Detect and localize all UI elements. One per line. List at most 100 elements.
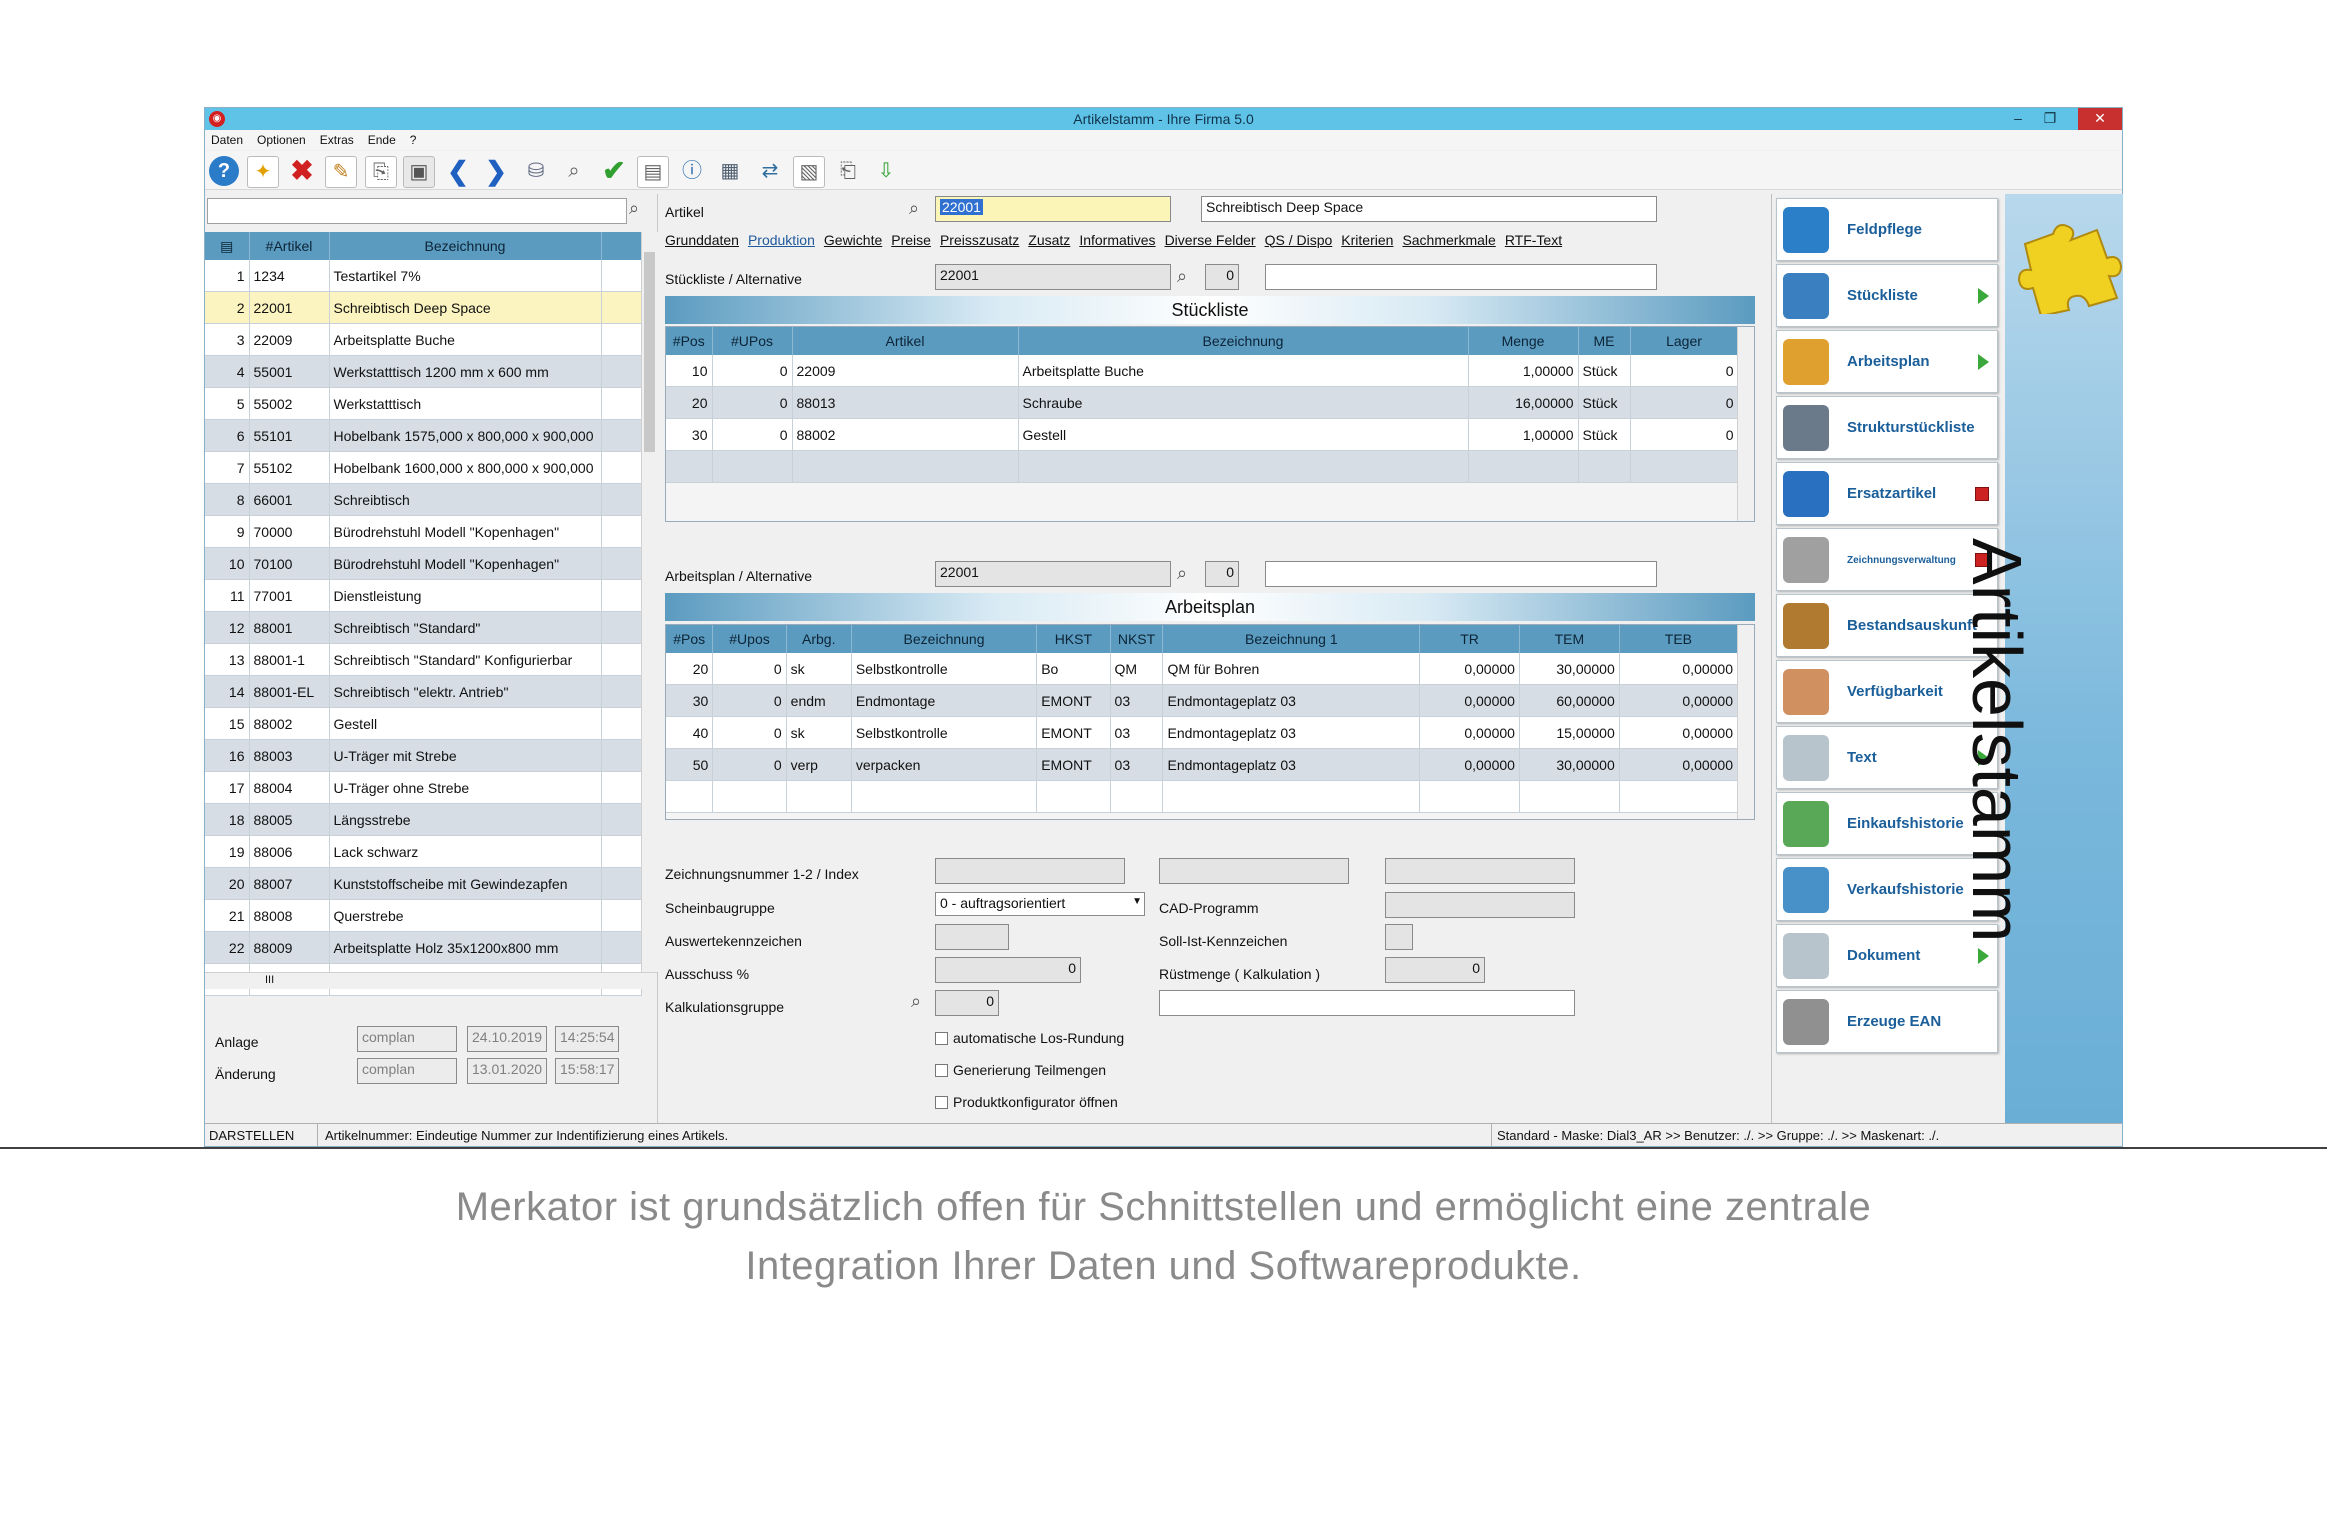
new-icon[interactable]: ✦: [247, 156, 279, 188]
arbeitsplan-search-icon[interactable]: ⌕: [1177, 563, 1187, 584]
scrollbar-thumb[interactable]: [644, 252, 655, 452]
column-header[interactable]: TEM: [1519, 625, 1620, 653]
table-row[interactable]: [666, 450, 1739, 483]
arbeitsplan-alt-input[interactable]: 0: [1205, 561, 1239, 587]
next-icon[interactable]: ❯: [481, 156, 511, 186]
table-row[interactable]: 21 88008 Querstrebe: [205, 899, 642, 932]
clipboard-icon[interactable]: ▧: [793, 156, 825, 188]
column-header[interactable]: Arbg.: [786, 625, 852, 653]
tab-3[interactable]: Preise: [891, 232, 931, 248]
column-header[interactable]: #Pos: [666, 625, 714, 653]
stueckliste-search-icon[interactable]: ⌕: [1177, 266, 1187, 287]
table-row[interactable]: 18 88005 Längsstrebe: [205, 803, 642, 836]
column-header[interactable]: Bezeichnung: [851, 625, 1038, 653]
menu-optionen[interactable]: Optionen: [251, 130, 314, 147]
submenu-arrow-icon[interactable]: [1978, 354, 1989, 370]
table-row[interactable]: 15 88002 Gestell: [205, 707, 642, 740]
chevron-down-icon[interactable]: ▼: [1132, 896, 1142, 907]
minimize-icon[interactable]: –: [2002, 108, 2034, 130]
scrollbar-thumb-grip[interactable]: III: [265, 974, 274, 986]
table-row[interactable]: 9 70000 Bürodrehstuhl Modell "Kopenhagen": [205, 515, 642, 548]
arbeitsplan-description-input[interactable]: [1265, 561, 1657, 587]
list-scrollbar-vertical[interactable]: [641, 232, 658, 972]
article-description-input[interactable]: Schreibtisch Deep Space: [1201, 196, 1657, 222]
tab-0[interactable]: Grunddaten: [665, 232, 739, 248]
title-bar[interactable]: ◉ Artikelstamm - Ihre Firma 5.0 – ❐ ✕: [205, 108, 2122, 130]
save-icon[interactable]: ▣: [403, 156, 435, 188]
table-row[interactable]: 7 55102 Hobelbank 1600,000 x 800,000 x 900…: [205, 451, 642, 484]
column-header[interactable]: Artikel: [792, 327, 1019, 355]
tab-1[interactable]: Produktion: [748, 232, 815, 248]
document-icon[interactable]: ▤: [637, 156, 669, 188]
arbeitsplan-scrollbar[interactable]: [1737, 625, 1754, 819]
list-header-icon[interactable]: ▤: [205, 232, 250, 260]
column-header[interactable]: TEB: [1619, 625, 1739, 653]
column-header[interactable]: ME: [1578, 327, 1631, 355]
edit-icon[interactable]: ✎: [325, 156, 357, 188]
ausschuss-input[interactable]: 0: [935, 957, 1081, 983]
column-header-bezeichnung[interactable]: Bezeichnung: [329, 232, 602, 260]
exit-icon[interactable]: ⇩: [871, 156, 901, 186]
column-header[interactable]: TR: [1419, 625, 1520, 653]
tab-2[interactable]: Gewichte: [824, 232, 882, 248]
sidebar-button-12[interactable]: Erzeuge EAN: [1776, 990, 1998, 1053]
table-row[interactable]: 2 22001 Schreibtisch Deep Space: [205, 291, 642, 324]
list-search-input[interactable]: [207, 198, 627, 224]
kalk-input[interactable]: 0: [935, 990, 999, 1016]
table-row[interactable]: 17 88004 U-Träger ohne Strebe: [205, 771, 642, 804]
zeichnung-2-input[interactable]: [1159, 858, 1349, 884]
cb-produktkonfigurator[interactable]: [935, 1096, 948, 1109]
table-row[interactable]: 1 1234 Testartikel 7%: [205, 260, 642, 292]
paste-icon[interactable]: ⎗: [833, 156, 863, 186]
kalk-description-input[interactable]: [1159, 990, 1575, 1016]
delete-icon[interactable]: ✖: [287, 156, 317, 186]
tab-7[interactable]: Diverse Felder: [1165, 232, 1256, 248]
column-header[interactable]: Bezeichnung 1: [1162, 625, 1421, 653]
info-icon[interactable]: ⓘ: [677, 156, 707, 186]
sidebar-button-2[interactable]: Arbeitsplan: [1776, 330, 1998, 393]
table-row[interactable]: 19 88006 Lack schwarz: [205, 835, 642, 868]
table-row[interactable]: 11 77001 Dienstleistung: [205, 579, 642, 612]
help-icon[interactable]: ?: [209, 156, 239, 186]
article-number-input[interactable]: 22001: [935, 196, 1171, 222]
sidebar-button-3[interactable]: Strukturstückliste: [1776, 396, 1998, 459]
close-icon[interactable]: ✕: [2078, 108, 2122, 130]
ruest-input[interactable]: 0: [1385, 957, 1485, 983]
table-row[interactable]: 13 88001-1 Schreibtisch "Standard" Konfigu…: [205, 643, 642, 676]
table-row[interactable]: 50 0 verp verpacken EMONT 03 Endmontageplatz 0…: [666, 748, 1739, 781]
column-header[interactable]: #Upos: [712, 625, 787, 653]
copy-icon[interactable]: ⎘: [365, 156, 397, 188]
table-row[interactable]: 4 55001 Werkstatttisch 1200 mm x 600 mm: [205, 355, 642, 388]
table-row[interactable]: [666, 780, 1739, 813]
auswerte-input[interactable]: [935, 924, 1009, 950]
column-header[interactable]: #Pos: [666, 327, 713, 355]
menu-ende[interactable]: Ende: [362, 130, 404, 147]
scheinbau-select[interactable]: 0 - auftragsorientiert ▼: [935, 892, 1145, 916]
tab-5[interactable]: Zusatz: [1028, 232, 1070, 248]
table-row[interactable]: 10 0 22009 Arbeitsplatte Buche 1,00000 Stück 0: [666, 355, 1739, 387]
arbeitsplan-input[interactable]: 22001: [935, 561, 1171, 587]
grid-icon[interactable]: ▦: [715, 156, 745, 186]
submenu-arrow-icon[interactable]: [1978, 288, 1989, 304]
column-header[interactable]: Bezeichnung: [1018, 327, 1469, 355]
search-icon[interactable]: ⌕: [559, 156, 589, 186]
table-row[interactable]: 30 0 88002 Gestell 1,00000 Stück 0: [666, 418, 1739, 451]
cb-teilmengen[interactable]: [935, 1064, 948, 1077]
menu-daten[interactable]: Daten: [205, 130, 251, 147]
column-header[interactable]: Menge: [1468, 327, 1579, 355]
tab-9[interactable]: Kriterien: [1341, 232, 1393, 248]
export-icon[interactable]: ⇄: [755, 156, 785, 186]
submenu-arrow-icon[interactable]: [1978, 948, 1989, 964]
tab-11[interactable]: RTF-Text: [1505, 232, 1562, 248]
tab-4[interactable]: Preisszusatz: [940, 232, 1019, 248]
column-header[interactable]: Lager: [1630, 327, 1739, 355]
stueckliste-alt-input[interactable]: 0: [1205, 264, 1239, 290]
menu-help[interactable]: ?: [404, 130, 425, 147]
column-header[interactable]: HKST: [1036, 625, 1111, 653]
tab-8[interactable]: QS / Dispo: [1265, 232, 1333, 248]
maximize-icon[interactable]: ❐: [2034, 108, 2066, 130]
column-header[interactable]: NKST: [1110, 625, 1164, 653]
table-row[interactable]: 20 0 sk Selbstkontrolle Bo QM QM für Bohren 0,0…: [666, 653, 1739, 685]
article-search-icon[interactable]: ⌕: [909, 198, 919, 219]
cad-input[interactable]: [1385, 892, 1575, 918]
